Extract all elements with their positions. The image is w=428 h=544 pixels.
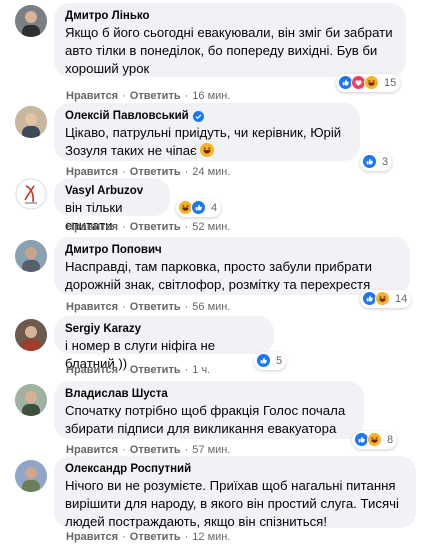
comment-author[interactable]: Vasyl Arbuzov	[65, 184, 159, 199]
like-button[interactable]: Нравится	[66, 301, 118, 313]
reply-button[interactable]: Ответить	[130, 301, 181, 313]
reaction-count: 14	[395, 293, 408, 305]
reactions-summary[interactable]: 5	[254, 352, 287, 370]
comment-author[interactable]: Дмитро Попович	[65, 243, 399, 258]
reactions-summary[interactable]: 15	[336, 74, 401, 92]
reaction-count: 4	[211, 202, 218, 214]
avatar[interactable]	[15, 319, 47, 351]
comment-author[interactable]: Sergiy Karazy	[65, 322, 263, 337]
comment-bubble: Sergiy Karazy і номер в слуги ніфіга не …	[54, 316, 274, 371]
timestamp[interactable]: 24 мин.	[192, 166, 230, 178]
timestamp[interactable]: 16 мин.	[192, 90, 230, 102]
reply-button[interactable]: Ответить	[130, 166, 181, 178]
reply-button[interactable]: Ответить	[130, 531, 181, 543]
haha-icon	[364, 75, 380, 91]
reactions-summary[interactable]: 8	[352, 431, 398, 449]
reply-button[interactable]: Ответить	[130, 90, 181, 102]
like-button[interactable]: Нравится	[66, 221, 118, 233]
like-button[interactable]: Нравится	[66, 90, 118, 102]
like-button[interactable]: Нравится	[66, 444, 118, 456]
avatar[interactable]	[15, 5, 47, 37]
comment-bubble: Vasyl Arbuzov він тільки спитати	[54, 178, 170, 233]
reactions-summary[interactable]: 4	[176, 199, 222, 217]
reaction-count: 15	[384, 77, 397, 89]
comment-actions: Нравится · Ответить · 16 мин.	[66, 90, 231, 102]
comment-actions: Нравится · Ответить · 12 мин.	[66, 531, 231, 543]
reaction-count: 3	[382, 156, 389, 168]
avatar[interactable]	[15, 240, 47, 272]
haha-icon	[367, 432, 383, 448]
timestamp[interactable]: 52 мин.	[192, 221, 230, 233]
reply-button[interactable]: Ответить	[130, 444, 181, 456]
verified-badge-icon	[192, 111, 204, 122]
reactions-summary[interactable]: 14	[360, 290, 412, 308]
like-button[interactable]: Нравится	[66, 531, 118, 543]
comment-bubble: Олексій Павловський Цікаво, патрульні пр…	[54, 103, 360, 161]
comment-text: Спочатку потрібно щоб фракція Голос поча…	[65, 403, 346, 436]
comment-text: Насправді, там парковка, просто забули п…	[65, 259, 372, 292]
reply-button[interactable]: Ответить	[130, 221, 181, 233]
comment-bubble: Владислав Шуста Спочатку потрібно щоб фр…	[54, 381, 364, 439]
haha-emoji-icon	[200, 143, 215, 162]
avatar[interactable]	[15, 106, 47, 138]
like-icon	[191, 200, 207, 216]
like-icon	[256, 353, 272, 369]
comment-text: Цікаво, патрульні приідуть, чи керівник,…	[65, 124, 349, 162]
reaction-count: 8	[387, 434, 394, 446]
avatar[interactable]	[15, 384, 47, 416]
comment-text: Якщо б його сьогодні евакуювали, він змі…	[65, 25, 393, 76]
comment-actions: Нравится · Ответить · 24 мин.	[66, 166, 231, 178]
comment-author[interactable]: Владислав Шуста	[65, 387, 353, 402]
comment-actions: Нравится · Ответить · 56 мин.	[66, 301, 231, 313]
like-button[interactable]: Нравится	[66, 166, 118, 178]
timestamp[interactable]: 1 ч.	[192, 364, 210, 376]
comment-author[interactable]: Олексій Павловський	[65, 109, 349, 124]
timestamp[interactable]: 12 мин.	[192, 531, 230, 543]
comment-text: Нічого ви не розумієте. Приїхав щоб нага…	[65, 478, 399, 529]
timestamp[interactable]: 56 мин.	[192, 301, 230, 313]
comment-actions: Нравится · Ответить · 57 мин.	[66, 444, 231, 456]
comment-bubble: Дмитро Попович Насправді, там парковка, …	[54, 237, 410, 295]
avatar[interactable]	[15, 178, 47, 210]
reply-button[interactable]: Ответить	[130, 364, 181, 376]
haha-icon	[375, 291, 391, 307]
comment-actions: Нравится · Ответить · 1 ч.	[66, 364, 211, 376]
reaction-count: 5	[276, 355, 283, 367]
reactions-summary[interactable]: 3	[360, 153, 393, 171]
like-button[interactable]: Нравится	[66, 364, 118, 376]
comments-list: Дмитро Лінько Якщо б його сьогодні еваку…	[0, 0, 428, 544]
like-icon	[362, 154, 378, 170]
timestamp[interactable]: 57 мин.	[192, 444, 230, 456]
comment-bubble: Дмитро Лінько Якщо б його сьогодні еваку…	[54, 3, 406, 77]
comment-actions: Нравится · Ответить · 52 мин.	[66, 221, 231, 233]
comment-author[interactable]: Дмитро Лінько	[65, 9, 395, 24]
comment-author[interactable]: Олександр Роспутний	[65, 462, 405, 477]
avatar[interactable]	[15, 460, 47, 492]
comment-bubble: Олександр Роспутний Нічого ви не розуміє…	[54, 456, 416, 529]
